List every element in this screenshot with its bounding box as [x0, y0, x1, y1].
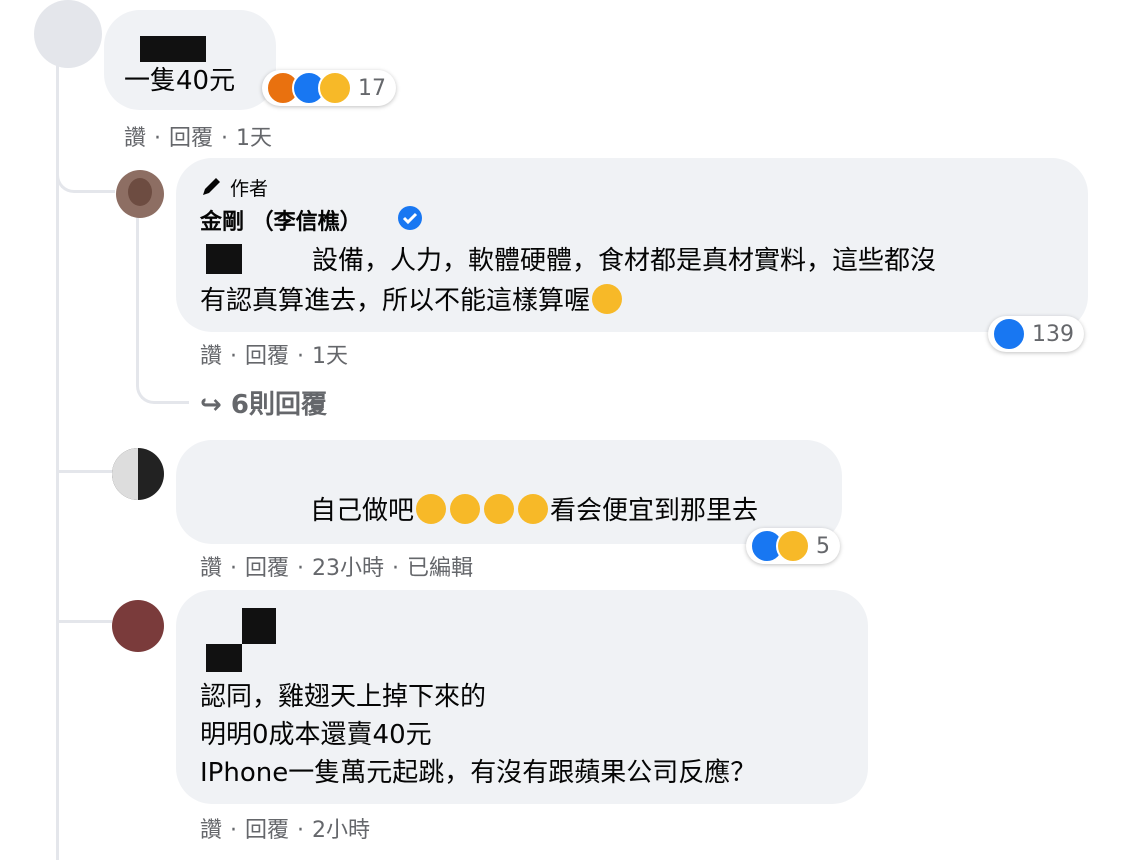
- laughing-tears-icon: [518, 494, 549, 524]
- reaction-count: 5: [816, 533, 830, 559]
- comment-text: 自己做吧 看会便宜到那里去: [310, 492, 758, 530]
- like-link[interactable]: 讚: [200, 812, 222, 844]
- avatar[interactable]: [112, 600, 164, 652]
- author-badge: 作者: [230, 178, 269, 200]
- thread-branch: [56, 440, 112, 473]
- avatar[interactable]: [112, 448, 164, 500]
- comment-actions: 讚 · 回覆 · 1天: [200, 338, 348, 370]
- reply-link[interactable]: 回覆: [245, 812, 289, 844]
- comment-text: 一隻40元: [124, 66, 236, 96]
- haha-icon: [318, 71, 352, 105]
- comment-text-post: 看会便宜到那里去: [550, 496, 759, 526]
- avatar[interactable]: [116, 170, 164, 218]
- redacted-name: [242, 608, 276, 644]
- timestamp[interactable]: 23小時: [312, 550, 384, 582]
- comment-text-line2: 明明0成本還賣40元: [200, 720, 432, 750]
- like-link[interactable]: 讚: [200, 550, 222, 582]
- comment-text-line1: 認同，雞翅天上掉下來的: [200, 682, 487, 712]
- reply-link[interactable]: 回覆: [169, 120, 213, 152]
- comment-text-line2-text: 有認真算進去，所以不能這樣算喔: [200, 286, 591, 316]
- reply-arrow-icon: ↪: [200, 390, 222, 420]
- comment-text-line1: 設備，人力，軟體硬體，食材都是真材實料，這些都沒: [312, 246, 937, 276]
- reaction-summary[interactable]: 139: [988, 316, 1084, 352]
- pencil-icon: [200, 174, 224, 202]
- redacted-mention: [206, 244, 242, 274]
- verified-badge-icon: [398, 206, 422, 230]
- comment-text-pre: 自己做吧: [310, 496, 415, 526]
- reaction-summary[interactable]: 5: [746, 528, 840, 564]
- timestamp[interactable]: 1天: [236, 120, 272, 152]
- view-replies-link[interactable]: ↪ 6則回覆: [200, 384, 327, 421]
- comment-actions: 讚 · 回覆 · 1天: [124, 120, 272, 152]
- reaction-count: 139: [1032, 321, 1074, 347]
- laughing-tears-icon: [484, 494, 515, 524]
- thread-branch: [56, 150, 115, 193]
- comment-text-line2: 有認真算進去，所以不能這樣算喔: [200, 282, 624, 320]
- avatar[interactable]: [34, 0, 102, 68]
- comment-actions: 讚 · 回覆 · 23小時 · 已編輯: [200, 550, 473, 582]
- reaction-summary[interactable]: 17: [262, 70, 396, 106]
- like-link[interactable]: 讚: [124, 120, 146, 152]
- redacted-name: [140, 36, 206, 62]
- timestamp[interactable]: 2小時: [312, 812, 370, 844]
- comment-actions: 讚 · 回覆 · 2小時: [200, 812, 370, 844]
- like-icon: [992, 317, 1026, 351]
- kiss-face-icon: [592, 284, 623, 314]
- comment-text-line3: IPhone一隻萬元起跳，有沒有跟蘋果公司反應？: [200, 758, 757, 788]
- like-link[interactable]: 讚: [200, 338, 222, 370]
- edited-label[interactable]: 已編輯: [407, 550, 473, 582]
- laughing-tears-icon: [450, 494, 481, 524]
- reply-link[interactable]: 回覆: [245, 338, 289, 370]
- thread-branch: [56, 590, 112, 623]
- laughing-tears-icon: [416, 494, 447, 524]
- reaction-count: 17: [358, 75, 386, 101]
- view-replies-label: 6則回覆: [230, 390, 327, 420]
- timestamp[interactable]: 1天: [312, 338, 348, 370]
- commenter-name[interactable]: 金剛 （李信樵）: [200, 204, 362, 236]
- reply-link[interactable]: 回覆: [245, 550, 289, 582]
- redacted-name: [206, 644, 242, 672]
- haha-icon: [776, 529, 810, 563]
